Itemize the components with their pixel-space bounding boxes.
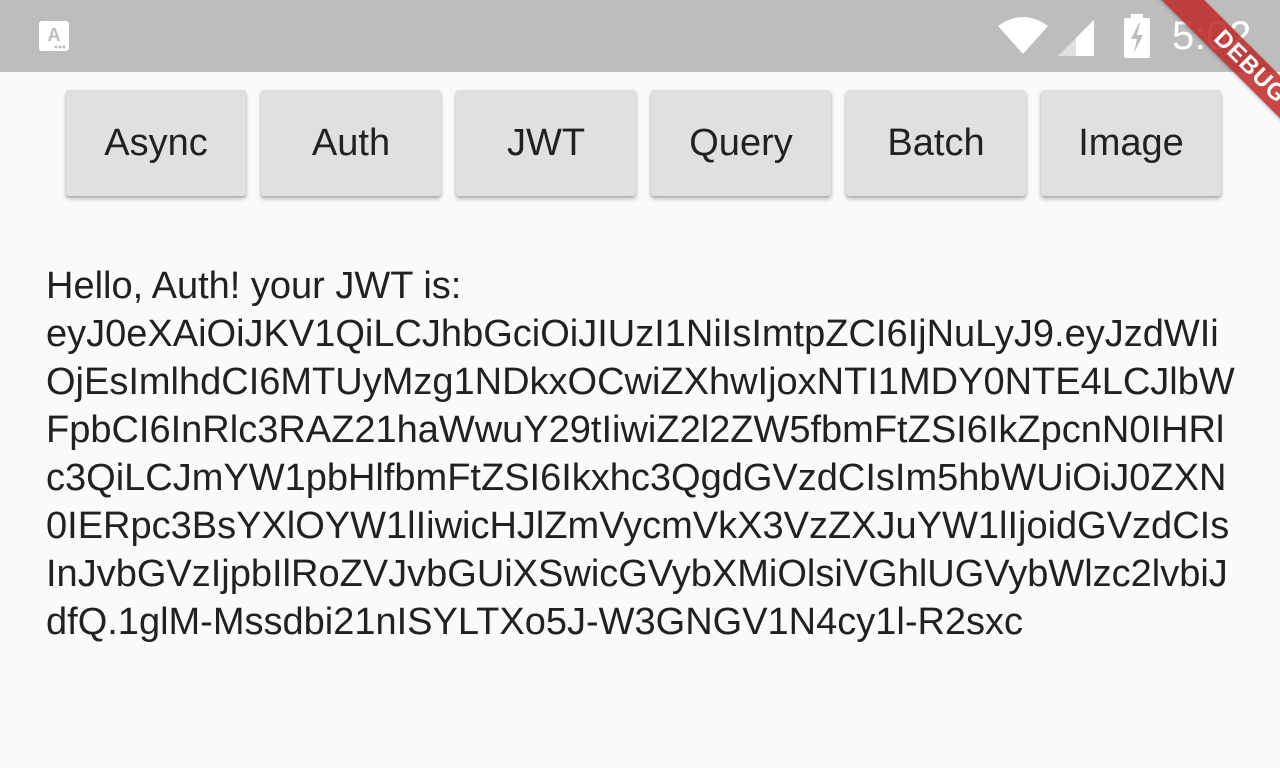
- jwt-token-text: eyJ0eXAiOiJKV1QiLCJhbGciOiJIUzI1NiIsImtp…: [46, 313, 1235, 643]
- auth-button[interactable]: Auth: [261, 90, 441, 196]
- batch-button[interactable]: Batch: [846, 90, 1026, 196]
- svg-text:A: A: [48, 25, 61, 45]
- wifi-icon: [998, 17, 1048, 54]
- button-row: Async Auth JWT Query Batch Image: [66, 90, 1221, 196]
- app-notification-icon: A: [39, 21, 69, 51]
- status-bar: A 5:02: [0, 0, 1280, 72]
- clock: 5:02: [1172, 14, 1252, 58]
- image-button[interactable]: Image: [1041, 90, 1221, 196]
- signal-icon: [1058, 20, 1094, 56]
- jwt-button[interactable]: JWT: [456, 90, 636, 196]
- async-button[interactable]: Async: [66, 90, 246, 196]
- greeting-text: Hello, Auth! your JWT is:: [46, 265, 462, 307]
- result-text: Hello, Auth! your JWT is: eyJ0eXAiOiJKV1…: [46, 262, 1238, 646]
- battery-charging-icon: [1124, 14, 1150, 58]
- query-button[interactable]: Query: [651, 90, 831, 196]
